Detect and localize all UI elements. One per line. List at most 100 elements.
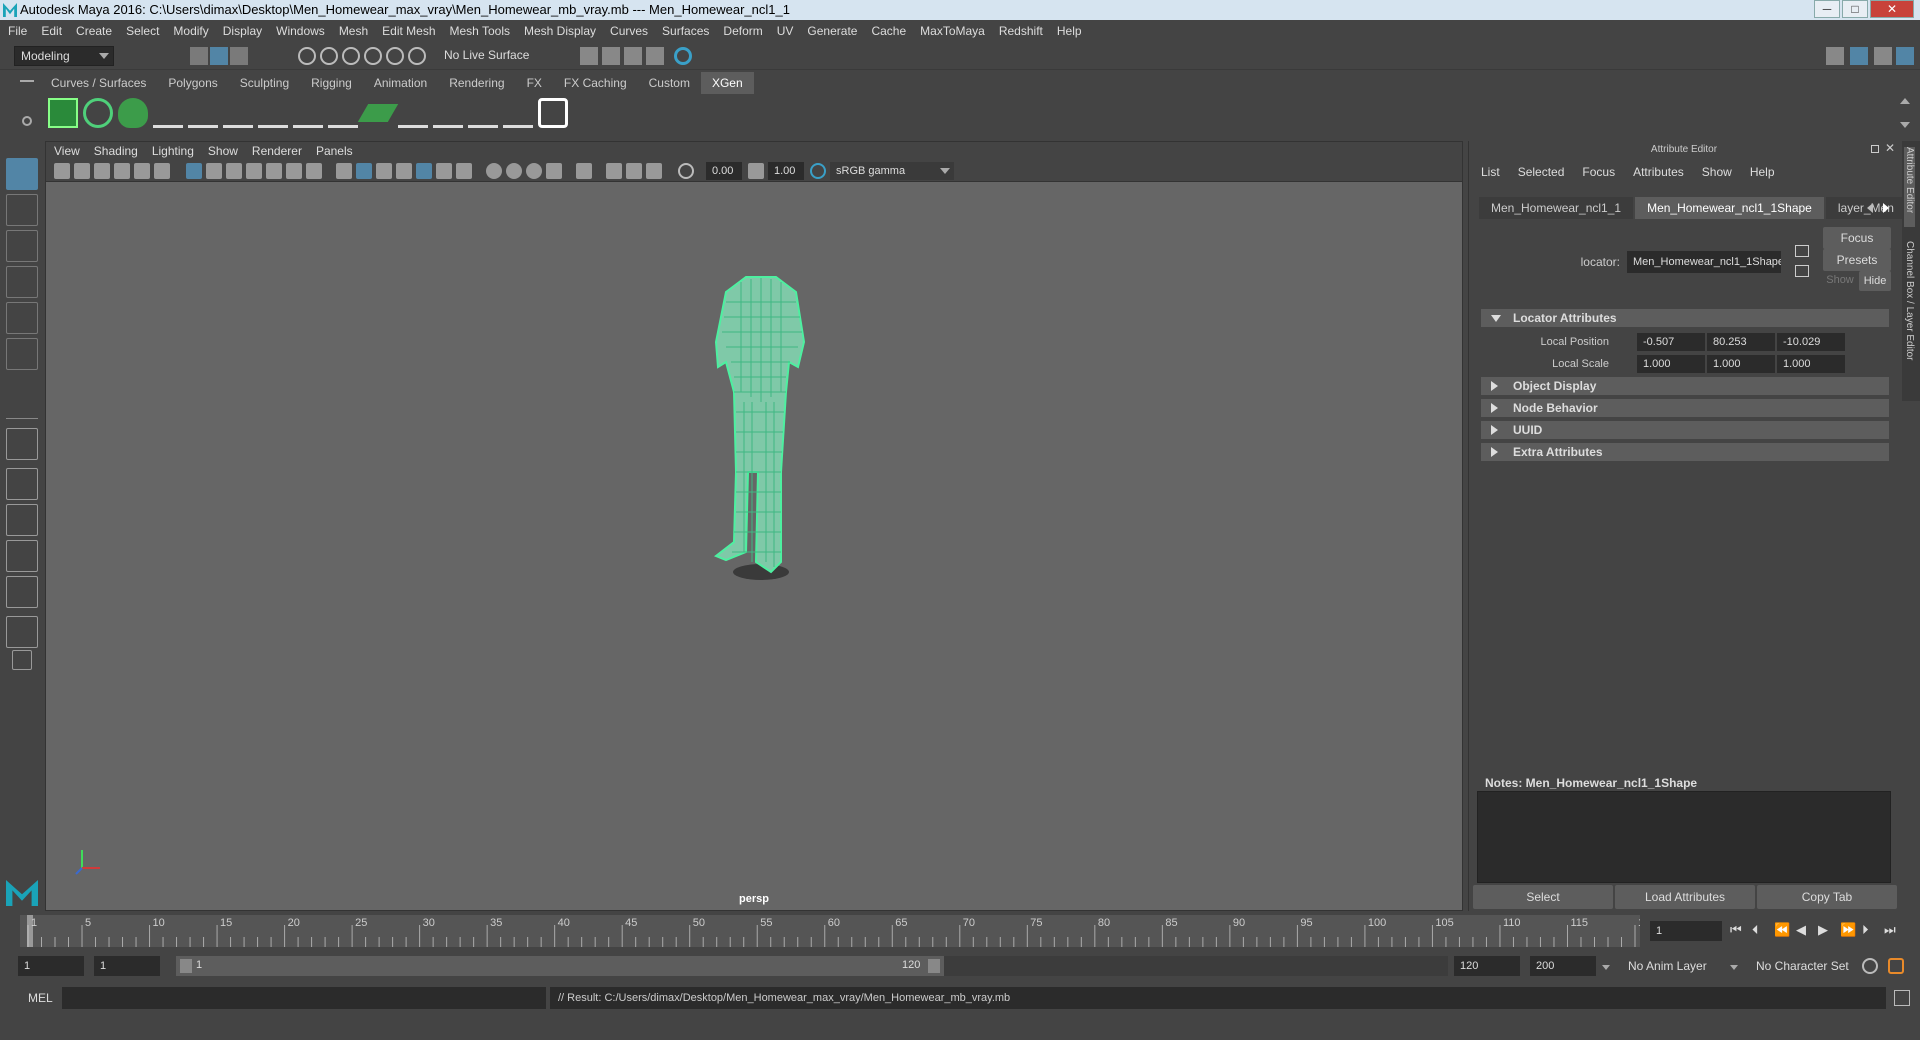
2d-pan-zoom-icon[interactable] (134, 163, 150, 179)
color-management-icon[interactable] (810, 163, 826, 179)
guide-cut-icon[interactable] (503, 98, 533, 128)
single-perspective-layout-icon[interactable] (6, 428, 38, 460)
animation-preferences-icon[interactable] (1888, 958, 1904, 974)
shelf-tab-polygons[interactable]: Polygons (157, 72, 228, 94)
snap-center-icon[interactable] (408, 47, 426, 65)
rotate-tool-icon[interactable] (6, 302, 38, 334)
view-transform-dropdown[interactable]: sRGB gamma (830, 162, 954, 180)
shelf-tab-custom[interactable]: Custom (638, 72, 701, 94)
gamma-field[interactable]: 1.00 (768, 162, 804, 180)
field-chart-icon[interactable] (266, 163, 282, 179)
range-start-handle[interactable] (180, 959, 192, 973)
shelf-tab-xgen[interactable]: XGen (700, 72, 754, 94)
range-end-handle[interactable] (928, 959, 940, 973)
node-name-field[interactable]: Men_Homewear_ncl1_1Shape (1627, 251, 1781, 273)
select-by-hierarchy-icon[interactable] (190, 47, 208, 65)
move-guides-icon[interactable] (188, 98, 218, 128)
groom-icon[interactable] (118, 98, 148, 128)
menu-uv[interactable]: UV (777, 24, 794, 38)
motion-blur-icon[interactable] (506, 163, 522, 179)
gamma-icon[interactable] (748, 163, 764, 179)
menu-curves[interactable]: Curves (610, 24, 648, 38)
play-forwards-icon[interactable]: ▶ (1818, 922, 1828, 938)
persp-outliner-layout-icon[interactable] (6, 504, 38, 536)
exposure-field[interactable]: 0.00 (706, 162, 742, 180)
textured-icon[interactable] (416, 163, 432, 179)
menu-display[interactable]: Display (223, 24, 262, 38)
menu-mesh-display[interactable]: Mesh Display (524, 24, 596, 38)
viewport-menu-shading[interactable]: Shading (94, 144, 138, 158)
camera-attributes-icon[interactable] (74, 163, 90, 179)
lasso-tool-icon[interactable] (6, 194, 38, 226)
flatten-guides-icon[interactable] (357, 104, 399, 122)
resolution-gate-icon[interactable] (226, 163, 242, 179)
channel-box-side-tab[interactable]: Channel Box / Layer Editor (1904, 241, 1915, 391)
ae-menu-list[interactable]: List (1481, 165, 1500, 179)
mode-dropdown[interactable]: Modeling (14, 46, 114, 66)
xray-icon[interactable] (606, 163, 622, 179)
current-time-indicator[interactable] (27, 915, 33, 947)
time-slider[interactable]: 1 5 10 15 20 25 30 35 40 45 50 55 60 65 70 75 80 85 90 95 10… (20, 915, 1656, 947)
grease-pencil-icon[interactable] (154, 163, 170, 179)
gate-mask-icon[interactable] (246, 163, 262, 179)
focus-button[interactable]: Focus (1823, 227, 1891, 249)
section-locator-attributes[interactable]: Locator Attributes (1481, 309, 1889, 327)
add-guides-icon[interactable] (153, 98, 183, 128)
persp-graph-layout-icon[interactable] (6, 540, 38, 572)
ae-menu-attributes[interactable]: Attributes (1633, 165, 1684, 179)
camera-select-icon[interactable] (54, 163, 70, 179)
menu-file[interactable]: File (8, 24, 27, 38)
guide-noise-icon[interactable] (433, 98, 463, 128)
notes-textarea[interactable] (1477, 791, 1891, 883)
live-surface-field[interactable]: No Live Surface (438, 46, 538, 66)
ipr-render-icon[interactable] (602, 47, 620, 65)
snap-grid-icon[interactable] (298, 47, 316, 65)
bend-guides-icon[interactable] (328, 98, 358, 128)
depth-of-field-icon[interactable] (546, 163, 562, 179)
snap-curve-icon[interactable] (320, 47, 338, 65)
wireframe-on-shaded-icon[interactable] (396, 163, 412, 179)
show-button[interactable]: Show (1823, 274, 1857, 286)
safe-action-icon[interactable] (286, 163, 302, 179)
local-position-z[interactable]: -10.029 (1777, 333, 1845, 351)
xgen-editor-icon[interactable] (48, 98, 78, 128)
menu-maxtomaya[interactable]: MaxToMaya (920, 24, 985, 38)
menu-mesh-tools[interactable]: Mesh Tools (450, 24, 510, 38)
image-plane-icon[interactable] (114, 163, 130, 179)
anti-aliasing-icon[interactable] (526, 163, 542, 179)
snap-point-icon[interactable] (342, 47, 360, 65)
xgen-preview-icon[interactable] (538, 98, 568, 128)
ae-menu-focus[interactable]: Focus (1582, 165, 1615, 179)
hide-button[interactable]: Hide (1859, 271, 1891, 291)
xray-components-icon[interactable] (646, 163, 662, 179)
current-frame-field[interactable]: 1 (1650, 921, 1722, 941)
float-panel-icon[interactable] (1871, 145, 1879, 153)
bookmarks-icon[interactable] (94, 163, 110, 179)
select-by-object-icon[interactable] (210, 47, 228, 65)
move-tool-icon[interactable] (6, 266, 38, 298)
xray-joints-icon[interactable] (626, 163, 642, 179)
minimize-button[interactable]: ─ (1814, 0, 1840, 18)
guide-attract-icon[interactable] (398, 98, 428, 128)
local-scale-y[interactable]: 1.000 (1707, 355, 1775, 373)
step-back-frame-icon[interactable]: ⏪ (1774, 922, 1790, 938)
menu-help[interactable]: Help (1057, 24, 1082, 38)
character-set-dropdown[interactable]: No Character Set (1730, 956, 1860, 976)
menu-windows[interactable]: Windows (276, 24, 325, 38)
ae-menu-help[interactable]: Help (1750, 165, 1775, 179)
paint-select-tool-icon[interactable] (6, 230, 38, 262)
film-gate-icon[interactable] (206, 163, 222, 179)
snap-surface-icon[interactable] (386, 47, 404, 65)
viewport-panel[interactable]: View Shading Lighting Show Renderer Panels (45, 141, 1463, 911)
anim-layer-dropdown[interactable]: No Anim Layer (1602, 956, 1722, 976)
ae-tab[interactable]: Men_Homewear_ncl1_1Shape (1635, 197, 1824, 219)
shelf-settings-icon[interactable] (22, 116, 32, 126)
presets-button[interactable]: Presets (1823, 249, 1891, 271)
render-setup-icon[interactable] (674, 47, 692, 65)
shelf-tab-animation[interactable]: Animation (363, 72, 438, 94)
default-material-icon[interactable] (376, 163, 392, 179)
shelf-tab-fx[interactable]: FX (516, 72, 553, 94)
render-current-frame-icon[interactable] (580, 47, 598, 65)
playback-end-field[interactable]: 120 (1454, 956, 1520, 976)
maximize-button[interactable]: □ (1842, 0, 1868, 18)
